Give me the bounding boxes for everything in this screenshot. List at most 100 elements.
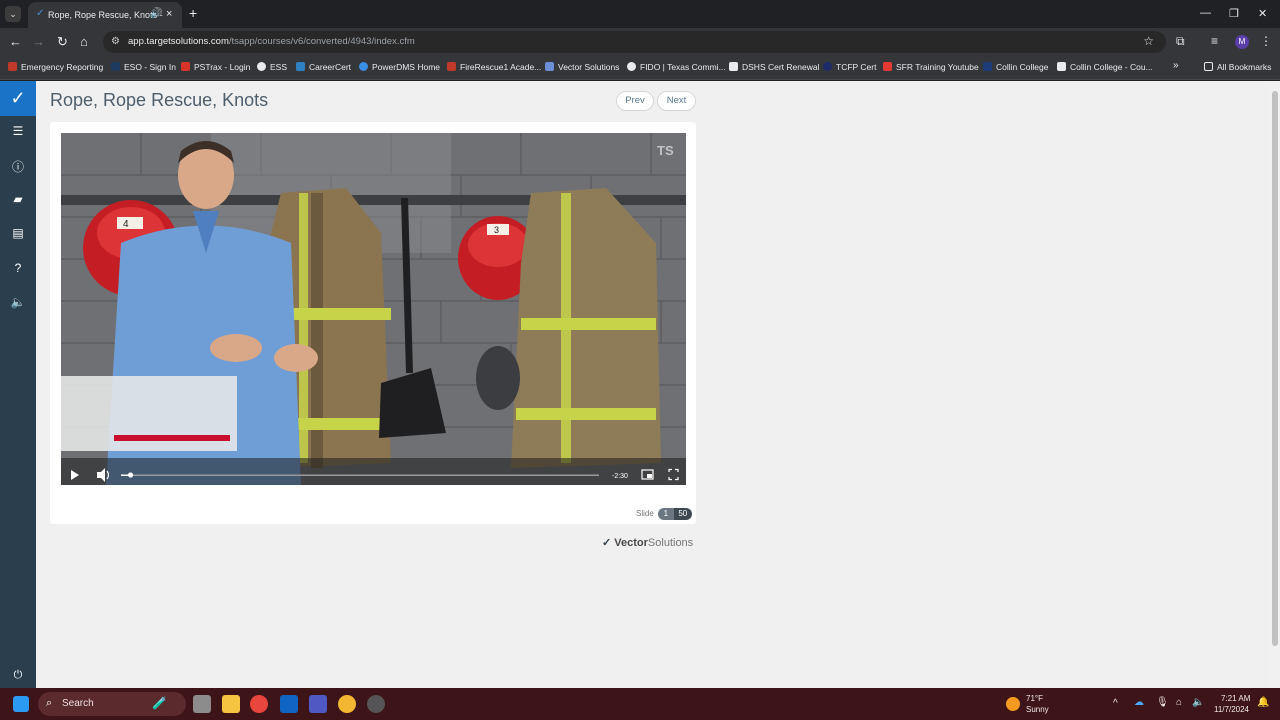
browser-tab-active[interactable]: ✓ Rope, Rope Rescue, Knots - 🔊 ×: [28, 2, 182, 28]
prev-button[interactable]: Prev: [616, 91, 654, 111]
bookmark-item[interactable]: SFR Training Youtube: [883, 62, 979, 72]
task-view-icon[interactable]: [193, 695, 211, 713]
bookmark-item[interactable]: Vector Solutions: [545, 62, 619, 72]
new-tab-button[interactable]: +: [189, 5, 197, 21]
svg-text:3: 3: [494, 225, 499, 235]
bookmark-item[interactable]: Collin College - Cou...: [1057, 62, 1153, 72]
microphone-icon[interactable]: 🎙: [1156, 697, 1169, 708]
forward-arrow-icon[interactable]: →: [32, 34, 45, 49]
bookmark-favicon-icon: [8, 62, 17, 71]
bookmark-item[interactable]: ESO - Sign In: [111, 62, 176, 72]
video-watermark: TS: [657, 143, 674, 158]
bookmark-favicon-icon: [729, 62, 738, 71]
settings-app-icon[interactable]: [367, 695, 385, 713]
slide-current: 1: [657, 508, 674, 520]
tab-search-button[interactable]: ⌄: [5, 6, 21, 22]
weather-temp[interactable]: 71°F: [1026, 694, 1043, 703]
taskbar-search-box[interactable]: ⌕ Search 🧪: [38, 692, 186, 716]
bookmark-favicon-icon: [545, 62, 554, 71]
speaker-icon[interactable]: 🔈: [1192, 697, 1204, 708]
bookmark-item[interactable]: FireRescue1 Acade...: [447, 62, 541, 72]
home-icon[interactable]: ⌂: [80, 34, 88, 49]
chrome-taskbar-icon[interactable]: [250, 695, 268, 713]
browser-toolbar: ← → ↻ ⌂ ⚙ app.targetsolutions.com/tsapp/…: [0, 28, 1280, 56]
course-side-nav: ✓ ☰ ⓘ ▰ ▤ ? 🔈 ⏻: [0, 81, 36, 688]
vector-solutions-logo-icon[interactable]: ✓: [0, 81, 36, 116]
chat-bubble-icon[interactable]: ▰: [0, 192, 36, 206]
bookmark-favicon-icon: [181, 62, 190, 71]
more-bookmarks-chevron-icon[interactable]: »: [1173, 60, 1179, 71]
help-icon[interactable]: ?: [0, 261, 36, 275]
network-icon[interactable]: ⌂: [1176, 697, 1182, 708]
bookmark-item[interactable]: DSHS Cert Renewal: [729, 62, 819, 72]
minimize-window-button[interactable]: —: [1200, 7, 1211, 19]
file-explorer-icon[interactable]: [222, 695, 240, 713]
volume-icon[interactable]: 🔈: [0, 295, 36, 309]
bookmark-item[interactable]: PowerDMS Home: [359, 62, 440, 72]
bookmark-item[interactable]: CareerCert: [296, 62, 351, 72]
bookmark-star-icon[interactable]: ☆: [1143, 34, 1154, 48]
all-bookmarks-folder[interactable]: All Bookmarks: [1204, 62, 1271, 72]
svg-text:4: 4: [123, 219, 129, 230]
video-player[interactable]: 4 3 TS -2:30: [61, 133, 686, 485]
scrollbar-thumb[interactable]: [1272, 91, 1278, 646]
extensions-icon[interactable]: ⧉: [1176, 34, 1185, 49]
tab-title: Rope, Rope Rescue, Knots -: [48, 10, 163, 20]
power-icon[interactable]: ⏻: [0, 669, 36, 682]
site-info-icon[interactable]: ⚙: [111, 36, 120, 47]
address-url: app.targetsolutions.com/tsapp/courses/v6…: [128, 36, 415, 47]
weather-desc[interactable]: Sunny: [1026, 705, 1049, 714]
vector-logo-mark-icon: ✓: [602, 537, 615, 549]
tab-audio-icon[interactable]: 🔊: [150, 8, 162, 19]
bookmark-item[interactable]: Collin College: [983, 62, 1048, 72]
profile-avatar[interactable]: M: [1235, 35, 1249, 49]
page-title: Rope, Rope Rescue, Knots: [50, 90, 269, 110]
vector-solutions-footer-logo: ✓ VectorSolutions: [602, 537, 694, 549]
bookmark-item[interactable]: TCFP Cert: [823, 62, 876, 72]
teams-icon[interactable]: [309, 695, 327, 713]
notification-bell-icon[interactable]: 🔔: [1257, 697, 1269, 708]
reload-icon[interactable]: ↻: [57, 34, 68, 50]
address-bar[interactable]: ⚙ app.targetsolutions.com/tsapp/courses/…: [103, 31, 1166, 53]
bookmark-favicon-icon: [983, 62, 992, 71]
seek-handle[interactable]: [127, 472, 134, 478]
seek-track[interactable]: [121, 474, 599, 477]
bookmark-favicon-icon: [1057, 62, 1066, 71]
outlook-icon[interactable]: [280, 695, 298, 713]
bookmark-favicon-icon: [823, 62, 832, 71]
notes-icon[interactable]: ▤: [0, 226, 36, 240]
close-window-button[interactable]: ✕: [1258, 7, 1267, 20]
next-button[interactable]: Next: [657, 91, 696, 111]
menu-list-icon[interactable]: ☰: [0, 124, 36, 138]
bookmark-item[interactable]: Emergency Reporting: [8, 62, 103, 72]
vector-solutions-favicon-icon: ✓: [36, 8, 45, 19]
chrome-menu-icon[interactable]: ⋮: [1260, 34, 1272, 48]
weather-sun-icon[interactable]: [1006, 697, 1020, 711]
bookmark-favicon-icon: [111, 62, 120, 71]
search-icon: ⌕: [46, 697, 53, 709]
clock-date[interactable]: 11/7/2024: [1214, 705, 1249, 714]
tab-close-icon[interactable]: ×: [166, 8, 172, 20]
tray-overflow-chevron-icon[interactable]: ^: [1113, 698, 1118, 709]
page-scrollbar[interactable]: [1270, 81, 1280, 688]
info-icon[interactable]: ⓘ: [0, 158, 36, 175]
bookmark-item[interactable]: PSTrax - Login: [181, 62, 250, 72]
bookmarks-bar: Emergency Reporting ESO - Sign In PSTrax…: [0, 56, 1280, 80]
back-arrow-icon[interactable]: ←: [9, 34, 22, 49]
bookmark-favicon-icon: [627, 62, 636, 71]
app-pinned-icon[interactable]: [338, 695, 356, 713]
course-page: ✓ ☰ ⓘ ▰ ▤ ? 🔈 ⏻ Rope, Rope Rescue, Knots…: [0, 81, 1270, 688]
search-highlight-icon: 🧪: [152, 696, 167, 710]
bookmark-item[interactable]: FIDO | Texas Commi...: [627, 62, 726, 72]
folder-icon: [1204, 62, 1213, 71]
clock-time[interactable]: 7:21 AM: [1221, 694, 1250, 703]
media-controls-icon[interactable]: ≡: [1211, 34, 1218, 48]
bookmark-item[interactable]: ESS: [257, 62, 287, 72]
restore-window-button[interactable]: ❐: [1229, 7, 1239, 20]
bookmark-favicon-icon: [296, 62, 305, 71]
bookmark-favicon-icon: [257, 62, 266, 71]
onedrive-icon[interactable]: ☁: [1134, 697, 1144, 708]
windows-start-icon[interactable]: [13, 696, 29, 712]
browser-tab-strip: ⌄ ✓ Rope, Rope Rescue, Knots - 🔊 × + — ❐…: [0, 0, 1280, 28]
time-remaining: -2:30: [612, 473, 628, 480]
